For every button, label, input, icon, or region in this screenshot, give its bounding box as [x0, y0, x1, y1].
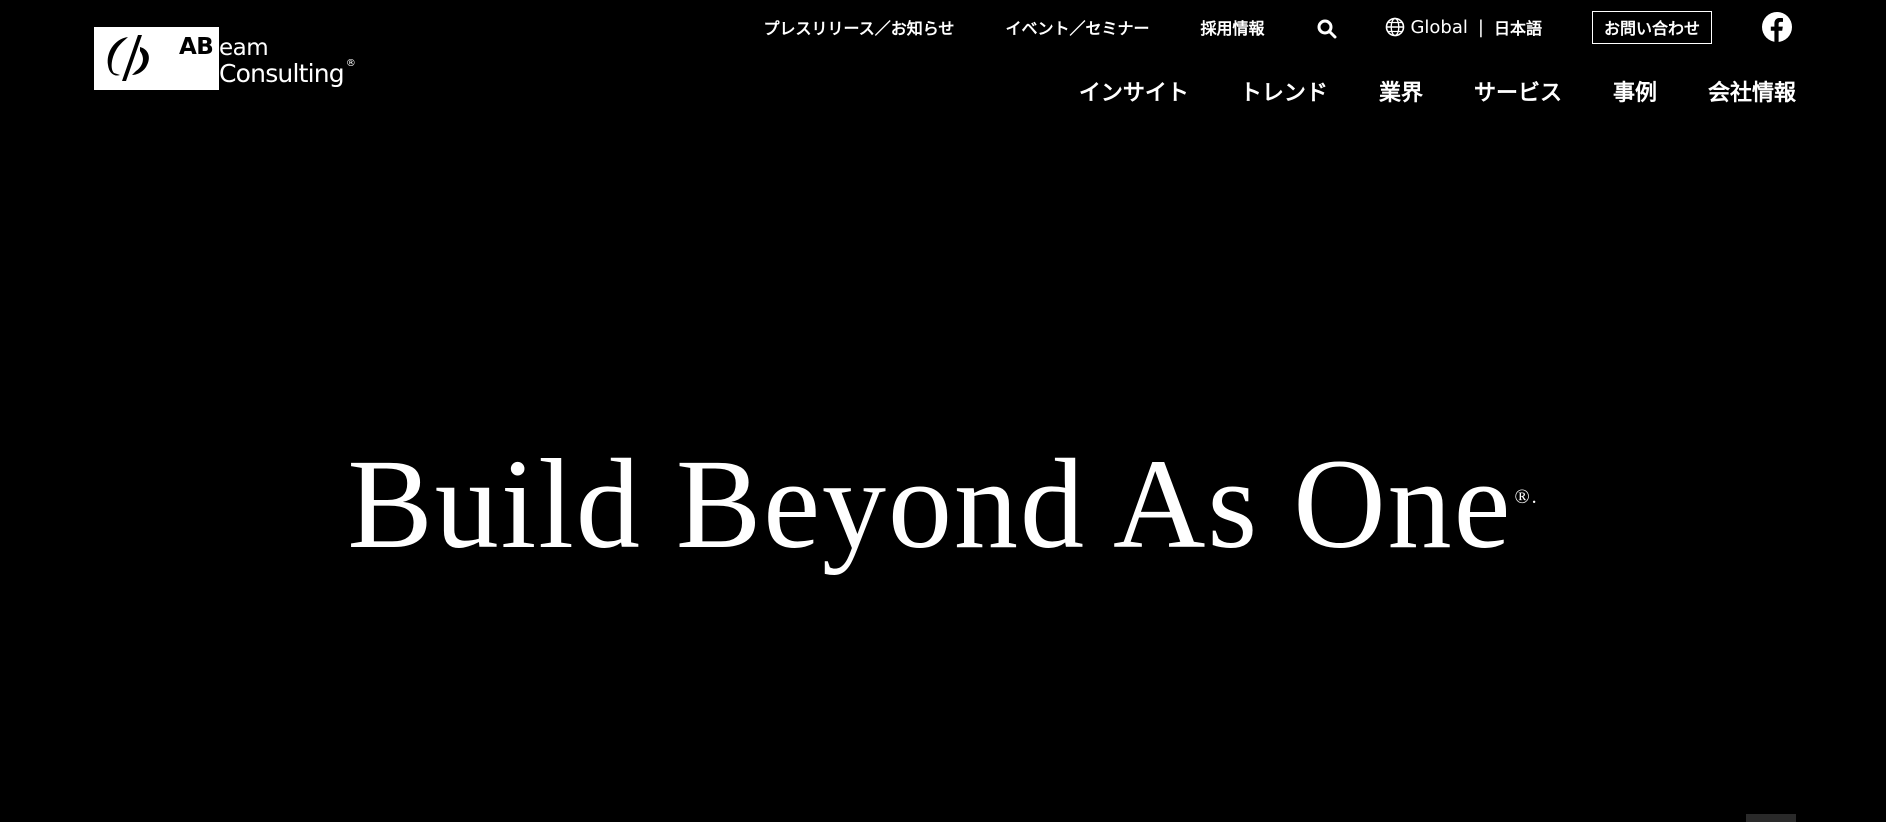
hero-tagline-text: Build Beyond As One: [347, 433, 1513, 575]
logo-emblem-icon: [107, 35, 149, 81]
nav-insight[interactable]: インサイト: [1079, 75, 1189, 107]
logo-ab-text: AB: [179, 34, 214, 60]
nav-service[interactable]: サービス: [1474, 75, 1562, 107]
careers-link[interactable]: 採用情報: [1200, 15, 1264, 39]
nav-industry[interactable]: 業界: [1379, 75, 1423, 107]
language-switcher: Global | 日本語: [1385, 15, 1542, 39]
abeam-logo[interactable]: AB eam Consulting ®: [94, 27, 356, 90]
logo-eam-text: eam: [219, 35, 269, 61]
logo-consulting-text: Consulting: [219, 59, 345, 88]
facebook-icon[interactable]: [1762, 12, 1792, 42]
search-icon[interactable]: [1315, 17, 1339, 41]
contact-button[interactable]: お問い合わせ: [1591, 10, 1712, 44]
logo-registered-mark: ®: [345, 58, 356, 69]
events-link[interactable]: イベント／セミナー: [1005, 15, 1149, 39]
global-site-link[interactable]: Global: [1410, 17, 1467, 38]
hero: Build Beyond As One ®.: [0, 440, 1886, 568]
nav-company[interactable]: 会社情報: [1708, 75, 1796, 107]
japanese-language-link[interactable]: 日本語: [1494, 15, 1542, 39]
scroll-tab: [1746, 814, 1796, 822]
language-separator: |: [1477, 16, 1484, 38]
press-release-link[interactable]: プレスリリース／お知らせ: [764, 15, 955, 39]
hero-tagline: Build Beyond As One ®.: [347, 440, 1538, 568]
nav-case[interactable]: 事例: [1613, 75, 1657, 107]
logo-wordmark: AB eam Consulting ®: [179, 31, 356, 88]
utility-nav: プレスリリース／お知らせ イベント／セミナー 採用情報 Global | 日本語: [764, 10, 1792, 44]
main-nav: インサイト トレンド 業界 サービス 事例 会社情報: [1079, 75, 1796, 107]
nav-trend[interactable]: トレンド: [1240, 75, 1328, 107]
page: AB eam Consulting ® プレスリリース／お知らせ イベント／セミ…: [0, 0, 1886, 822]
globe-icon: [1385, 17, 1405, 37]
hero-registered-mark: ®.: [1514, 486, 1539, 508]
